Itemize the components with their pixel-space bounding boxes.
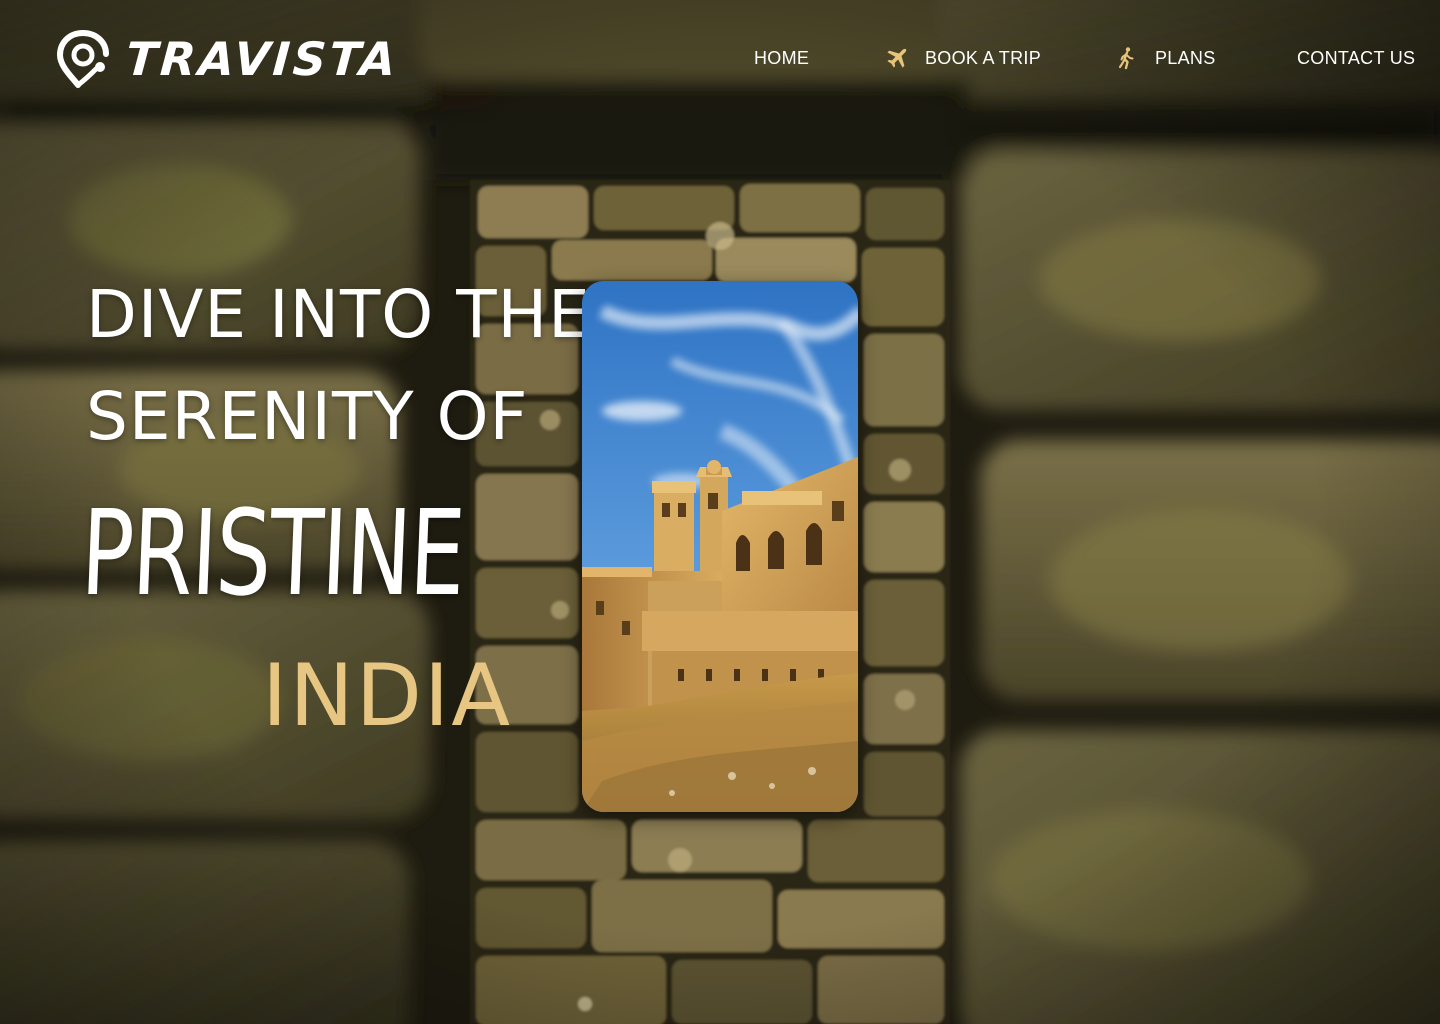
hero-accent-word: INDIA <box>262 646 513 746</box>
nav-plans-label: PLANS <box>1155 47 1216 68</box>
nav-contact-us[interactable]: CONTACT US <box>1297 44 1415 72</box>
location-pin-icon <box>56 29 112 89</box>
nav-home[interactable]: HOME <box>754 44 809 72</box>
brand-name: TRAVISTA <box>124 32 401 86</box>
airplane-icon <box>885 46 909 70</box>
brand-logo[interactable]: TRAVISTA <box>56 28 401 90</box>
hero-heading-line-2: SERENITY OF <box>86 378 529 455</box>
nav-contact-label: CONTACT US <box>1297 47 1416 68</box>
walking-person-icon <box>1115 46 1139 70</box>
hero-script-word: PRISTINE <box>78 484 467 622</box>
nav-book-a-trip[interactable]: BOOK A TRIP <box>885 44 1041 72</box>
nav-book-label: BOOK A TRIP <box>925 47 1042 68</box>
featured-fort-photo <box>582 281 858 812</box>
hero-heading-line-1: DIVE INTO THE <box>86 276 591 353</box>
site-header: TRAVISTA HOME BOOK A TRIP PLANS CONTACT … <box>0 0 1440 110</box>
nav-home-label: HOME <box>754 47 810 68</box>
nav-plans[interactable]: PLANS <box>1115 44 1216 72</box>
